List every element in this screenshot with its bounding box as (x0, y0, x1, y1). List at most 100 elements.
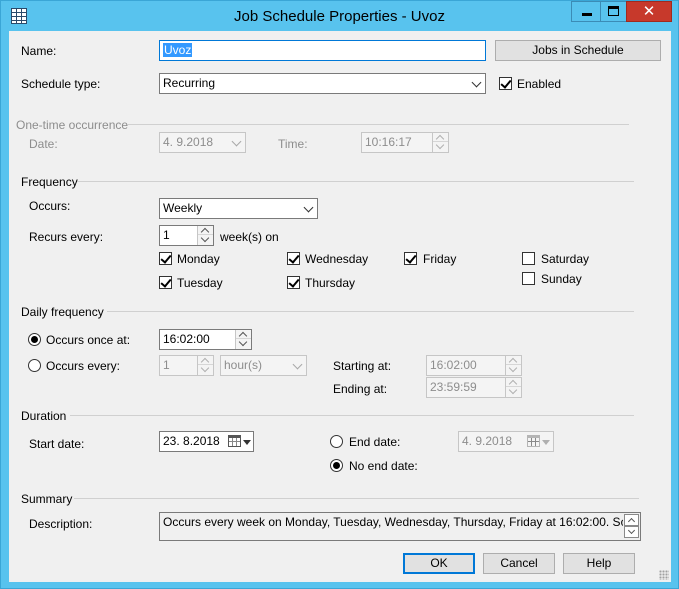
close-button[interactable]: ✕ (626, 1, 672, 22)
occurs-every-label: Occurs every: (46, 359, 121, 373)
starting-spinner[interactable] (505, 356, 521, 375)
maximize-icon (608, 6, 619, 16)
spin-down-icon[interactable] (506, 387, 521, 396)
occurs-every-unit-select[interactable]: hour(s) (220, 355, 307, 376)
occurs-value: Weekly (163, 201, 203, 215)
no-end-date-label: No end date: (349, 459, 418, 473)
tuesday-label: Tuesday (177, 276, 223, 290)
thursday-label: Thursday (305, 276, 356, 290)
frequency-header: Frequency (21, 175, 78, 189)
spin-down-icon[interactable] (506, 365, 521, 374)
occurs-once-radio[interactable] (28, 333, 41, 346)
one-time-date-value: 4. 9.2018 (163, 135, 214, 149)
starting-at-input[interactable]: 16:02:00 (426, 355, 522, 376)
occurs-every-value: 1 (163, 358, 170, 372)
chevron-down-icon (471, 77, 482, 88)
summary-header: Summary (21, 492, 73, 506)
saturday-checkbox[interactable] (522, 252, 535, 265)
name-value: Uvoz (163, 43, 193, 57)
sunday-label: Sunday (541, 272, 582, 286)
spin-down-icon[interactable] (198, 365, 213, 374)
start-date-label: Start date: (29, 437, 85, 451)
group-divider (107, 311, 634, 312)
monday-label: Monday (177, 252, 220, 266)
title-bar[interactable]: Job Schedule Properties - Uvoz ✕ (1, 1, 678, 31)
occurs-every-radio[interactable] (28, 359, 41, 372)
description-value: Occurs every week on Monday, Tuesday, We… (163, 515, 641, 529)
recurs-every-input[interactable]: 1 (159, 225, 214, 246)
minimize-button[interactable] (571, 1, 601, 22)
every-spinner[interactable] (197, 356, 213, 375)
one-time-header: One-time occurrence (16, 118, 129, 132)
resize-grip-icon[interactable] (659, 570, 669, 580)
recurs-spinner[interactable] (197, 226, 213, 245)
occurs-every-unit-value: hour(s) (224, 358, 263, 372)
one-time-time-value: 10:16:17 (365, 135, 412, 149)
scroll-up-icon[interactable] (624, 514, 639, 526)
scroll-down-icon[interactable] (624, 526, 639, 538)
spin-down-icon[interactable] (236, 339, 251, 348)
wednesday-checkbox[interactable] (287, 252, 300, 265)
calendar-icon[interactable] (527, 435, 540, 447)
spin-down-icon[interactable] (198, 235, 213, 244)
help-button[interactable]: Help (563, 553, 635, 574)
end-date-value: 4. 9.2018 (462, 434, 513, 448)
occurs-once-time-value: 16:02:00 (163, 332, 210, 346)
minimize-icon (582, 13, 592, 16)
description-textbox[interactable]: Occurs every week on Monday, Tuesday, We… (159, 512, 641, 541)
dropdown-arrow-icon[interactable] (542, 440, 550, 445)
ending-at-value: 23:59:59 (430, 380, 477, 394)
one-time-time-input[interactable]: 10:16:17 (361, 132, 449, 153)
group-divider (128, 124, 629, 125)
calendar-icon[interactable] (228, 435, 241, 447)
end-date-picker[interactable]: 4. 9.2018 (458, 431, 554, 452)
ending-at-label: Ending at: (333, 382, 388, 396)
recurs-unit-label: week(s) on (220, 230, 279, 244)
schedule-type-select[interactable]: Recurring (159, 73, 486, 94)
ending-at-input[interactable]: 23:59:59 (426, 377, 522, 398)
enabled-checkbox[interactable] (499, 77, 512, 90)
friday-label: Friday (423, 252, 457, 266)
cancel-button[interactable]: Cancel (483, 553, 555, 574)
daily-frequency-header: Daily frequency (21, 305, 104, 319)
group-divider (77, 181, 634, 182)
ok-button[interactable]: OK (403, 553, 475, 574)
no-end-date-radio[interactable] (330, 459, 343, 472)
start-date-picker[interactable]: 23. 8.2018 (159, 431, 254, 452)
name-input[interactable]: Uvoz (159, 40, 486, 61)
occurs-label: Occurs: (29, 199, 71, 213)
sunday-checkbox[interactable] (522, 272, 535, 285)
chevron-down-icon (231, 136, 242, 147)
monday-checkbox[interactable] (159, 252, 172, 265)
one-time-date-picker[interactable]: 4. 9.2018 (159, 132, 246, 153)
end-date-radio[interactable] (330, 435, 343, 448)
starting-at-value: 16:02:00 (430, 358, 477, 372)
jobs-in-schedule-button[interactable]: Jobs in Schedule (495, 40, 661, 61)
occurs-every-input[interactable]: 1 (159, 355, 214, 376)
chevron-down-icon (303, 202, 314, 213)
close-icon: ✕ (642, 3, 656, 20)
friday-checkbox[interactable] (404, 252, 417, 265)
end-date-label: End date: (349, 435, 401, 449)
description-scrollbar[interactable] (623, 513, 640, 540)
chevron-down-icon (292, 359, 303, 370)
time-label: Time: (278, 137, 308, 151)
occurs-once-time-input[interactable]: 16:02:00 (159, 329, 252, 350)
group-divider (74, 498, 639, 499)
dropdown-arrow-icon[interactable] (243, 440, 251, 445)
duration-header: Duration (21, 409, 67, 423)
spin-down-icon[interactable] (433, 142, 448, 151)
ending-spinner[interactable] (505, 378, 521, 397)
date-label: Date: (29, 137, 58, 151)
start-date-value: 23. 8.2018 (163, 434, 220, 448)
wednesday-label: Wednesday (305, 252, 369, 266)
once-time-spinner[interactable] (235, 330, 251, 349)
occurs-select[interactable]: Weekly (159, 198, 318, 219)
recurs-every-value: 1 (163, 228, 170, 242)
maximize-button[interactable] (600, 1, 627, 22)
time-spinner[interactable] (432, 133, 448, 152)
tuesday-checkbox[interactable] (159, 276, 172, 289)
schedule-type-label: Schedule type: (21, 77, 101, 91)
recurs-every-label: Recurs every: (29, 230, 104, 244)
thursday-checkbox[interactable] (287, 276, 300, 289)
